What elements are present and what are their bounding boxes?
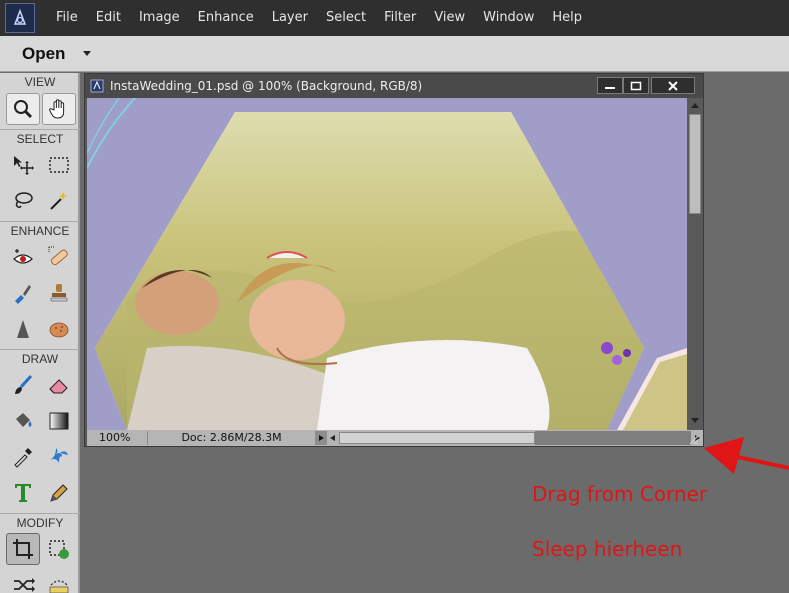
document-icon bbox=[90, 79, 104, 93]
document-canvas[interactable] bbox=[87, 98, 687, 430]
document-titlebar[interactable]: InstaWedding_01.psd @ 100% (Background, … bbox=[85, 74, 703, 98]
zoom-field[interactable]: 100% bbox=[87, 431, 147, 445]
menu-select[interactable]: Select bbox=[317, 0, 375, 36]
horizontal-scroll-track[interactable] bbox=[535, 431, 691, 445]
content-aware-move-tool-icon[interactable] bbox=[6, 569, 40, 593]
move-tool-icon[interactable] bbox=[6, 149, 40, 181]
toolbox-section-view: VIEW bbox=[24, 75, 56, 89]
clone-stamp-tool-icon[interactable] bbox=[42, 277, 76, 309]
magic-wand-tool-icon[interactable] bbox=[42, 185, 76, 217]
menu-file[interactable]: File bbox=[47, 0, 87, 36]
vertical-scroll-thumb[interactable] bbox=[689, 114, 701, 214]
close-icon bbox=[668, 80, 678, 91]
minimize-icon bbox=[605, 86, 615, 89]
straighten-tool-icon[interactable] bbox=[42, 569, 76, 593]
toolbox-section-draw: DRAW bbox=[0, 349, 80, 367]
smart-brush-tool-icon[interactable] bbox=[6, 277, 40, 309]
eraser-tool-icon[interactable] bbox=[42, 369, 76, 401]
menu-edit[interactable]: Edit bbox=[87, 0, 130, 36]
menu-filter[interactable]: Filter bbox=[375, 0, 425, 36]
color-picker-tool-icon[interactable] bbox=[6, 441, 40, 473]
status-bar: 100% Doc: 2.86M/28.3M bbox=[87, 430, 703, 446]
maximize-icon bbox=[630, 81, 642, 90]
marquee-tool-icon[interactable] bbox=[42, 149, 76, 181]
horizontal-scroll-thumb[interactable] bbox=[339, 432, 535, 444]
menu-image[interactable]: Image bbox=[130, 0, 189, 36]
brush-tool-icon[interactable] bbox=[6, 369, 40, 401]
toolbox-section-enhance: ENHANCE bbox=[0, 221, 80, 239]
open-button[interactable]: Open bbox=[22, 44, 65, 64]
scroll-up-arrow-icon[interactable] bbox=[687, 100, 703, 110]
document-info-menu-arrow-icon[interactable] bbox=[315, 431, 327, 445]
scroll-down-arrow-icon[interactable] bbox=[687, 416, 703, 426]
recompose-tool-icon[interactable] bbox=[42, 533, 76, 565]
options-bar: Open bbox=[0, 36, 789, 72]
menu-help[interactable]: Help bbox=[543, 0, 591, 36]
close-button[interactable] bbox=[651, 77, 695, 94]
toolbox-section-select: SELECT bbox=[0, 129, 80, 147]
zoom-tool-icon[interactable] bbox=[6, 93, 40, 125]
menu-layer[interactable]: Layer bbox=[263, 0, 317, 36]
crop-tool-icon[interactable] bbox=[6, 533, 40, 565]
document-title: InstaWedding_01.psd @ 100% (Background, … bbox=[110, 79, 423, 93]
custom-shape-tool-icon[interactable] bbox=[42, 441, 76, 473]
toolbox: VIEW SELECT ENHANCE DRAW MODIFY bbox=[0, 73, 80, 593]
menu-enhance[interactable]: Enhance bbox=[189, 0, 263, 36]
app-logo-icon[interactable] bbox=[5, 3, 35, 33]
photo-artwork bbox=[87, 98, 687, 430]
lasso-tool-icon[interactable] bbox=[6, 185, 40, 217]
menu-view[interactable]: View bbox=[425, 0, 474, 36]
maximize-button[interactable] bbox=[623, 77, 649, 94]
annotation-text-dutch: Sleep hierheen bbox=[532, 537, 683, 561]
sponge-tool-icon[interactable] bbox=[42, 313, 76, 345]
document-info: Doc: 2.86M/28.3M bbox=[147, 431, 315, 445]
resize-grip-icon[interactable] bbox=[686, 432, 700, 446]
vertical-scrollbar[interactable] bbox=[687, 98, 703, 430]
toolbox-section-modify: MODIFY bbox=[0, 513, 80, 531]
gradient-tool-icon[interactable] bbox=[42, 405, 76, 437]
sharpen-tool-icon[interactable] bbox=[6, 313, 40, 345]
spot-healing-tool-icon[interactable] bbox=[42, 241, 76, 273]
annotation-text-english: Drag from Corner bbox=[532, 482, 708, 506]
red-eye-tool-icon[interactable] bbox=[6, 241, 40, 273]
scroll-left-arrow-icon[interactable] bbox=[327, 431, 339, 445]
menu-window[interactable]: Window bbox=[474, 0, 543, 36]
minimize-button[interactable] bbox=[597, 77, 623, 94]
menu-bar: File Edit Image Enhance Layer Select Fil… bbox=[0, 0, 789, 36]
pencil-tool-icon[interactable] bbox=[42, 477, 76, 509]
document-window: InstaWedding_01.psd @ 100% (Background, … bbox=[84, 73, 704, 447]
paint-bucket-tool-icon[interactable] bbox=[6, 405, 40, 437]
open-dropdown-arrow-icon[interactable] bbox=[83, 51, 92, 56]
hand-tool-icon[interactable] bbox=[42, 93, 76, 125]
type-tool-icon[interactable] bbox=[6, 477, 40, 509]
